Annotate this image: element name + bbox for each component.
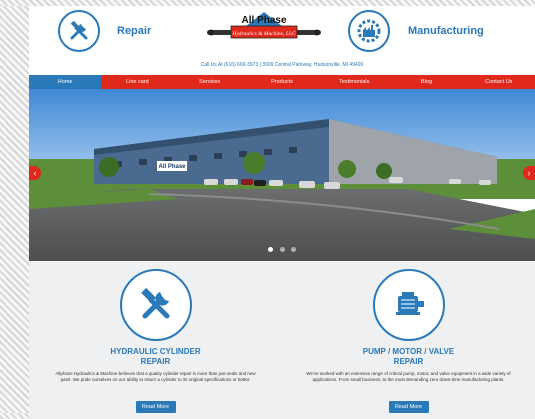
repair-link[interactable]: Repair — [117, 25, 151, 37]
logo-text-sub: Hydraulics & Machine, LLC — [231, 31, 296, 37]
building-photo: All Phase — [29, 89, 535, 261]
wrench-hammer-icon — [70, 20, 88, 40]
chevron-right-icon: › — [527, 168, 531, 178]
wrench-hammer-icon — [140, 287, 169, 319]
main-nav: Home Line card Services Products Testimo… — [29, 75, 535, 89]
chevron-left-icon: ‹ — [33, 168, 37, 178]
nav-home[interactable]: Home — [29, 75, 102, 89]
service-description: Allphase Hydraulics & Machine believes t… — [55, 371, 256, 382]
slider-dot-3[interactable] — [290, 247, 296, 252]
nav-contact-us[interactable]: Contact Us — [463, 75, 535, 89]
service-title-line1: HYDRAULIC CYLINDER — [110, 347, 201, 356]
services-section: HYDRAULIC CYLINDER REPAIR Allphase Hydra… — [29, 261, 535, 419]
building-sign: All Phase — [158, 164, 186, 170]
repair-badge[interactable] — [58, 10, 100, 52]
electric-motor-icon — [395, 292, 424, 315]
hero-slider: All Phase ‹ › — [29, 89, 535, 261]
slider-dot-1[interactable] — [268, 247, 274, 252]
slider-dots — [29, 239, 535, 257]
service-title: PUMP / MOTOR / VALVE REPAIR — [312, 347, 505, 367]
nav-blog[interactable]: Blog — [390, 75, 462, 89]
logo-text-main: All Phase — [241, 15, 286, 26]
service-title: HYDRAULIC CYLINDER REPAIR — [59, 347, 252, 367]
nav-testimonials[interactable]: Testimonials — [318, 75, 390, 89]
manufacturing-link[interactable]: Manufacturing — [408, 25, 484, 37]
factory-gear-icon — [357, 19, 381, 43]
manufacturing-badge[interactable] — [348, 10, 390, 52]
slider-dot-2[interactable] — [279, 247, 285, 252]
nav-services[interactable]: Services — [174, 75, 246, 89]
contact-info: Call Us At (616) 669-3973 | 3909 Central… — [200, 62, 364, 68]
service-circle — [119, 269, 192, 341]
service-title-line1: PUMP / MOTOR / VALVE — [362, 347, 455, 356]
page: Repair All Phase Hydraulics & Machine, L… — [29, 6, 535, 419]
service-description: We've worked with an extensive range of … — [306, 371, 511, 382]
service-title-line2: REPAIR — [393, 357, 424, 366]
service-pump-motor-valve: PUMP / MOTOR / VALVE REPAIR We've worked… — [282, 261, 535, 419]
nav-line-card[interactable]: Line card — [101, 75, 173, 89]
service-cylinder-repair: HYDRAULIC CYLINDER REPAIR Allphase Hydra… — [29, 261, 282, 419]
allphase-logo[interactable]: All Phase Hydraulics & Machine, LLC — [205, 10, 323, 46]
header: Repair All Phase Hydraulics & Machine, L… — [29, 6, 535, 68]
nav-products[interactable]: Products — [246, 75, 318, 89]
slider-next-button[interactable]: › — [523, 166, 535, 180]
service-title-line2: REPAIR — [140, 357, 171, 366]
service-circle — [372, 269, 445, 341]
read-more-button[interactable]: Read More — [135, 401, 176, 413]
read-more-button[interactable]: Read More — [388, 401, 429, 413]
